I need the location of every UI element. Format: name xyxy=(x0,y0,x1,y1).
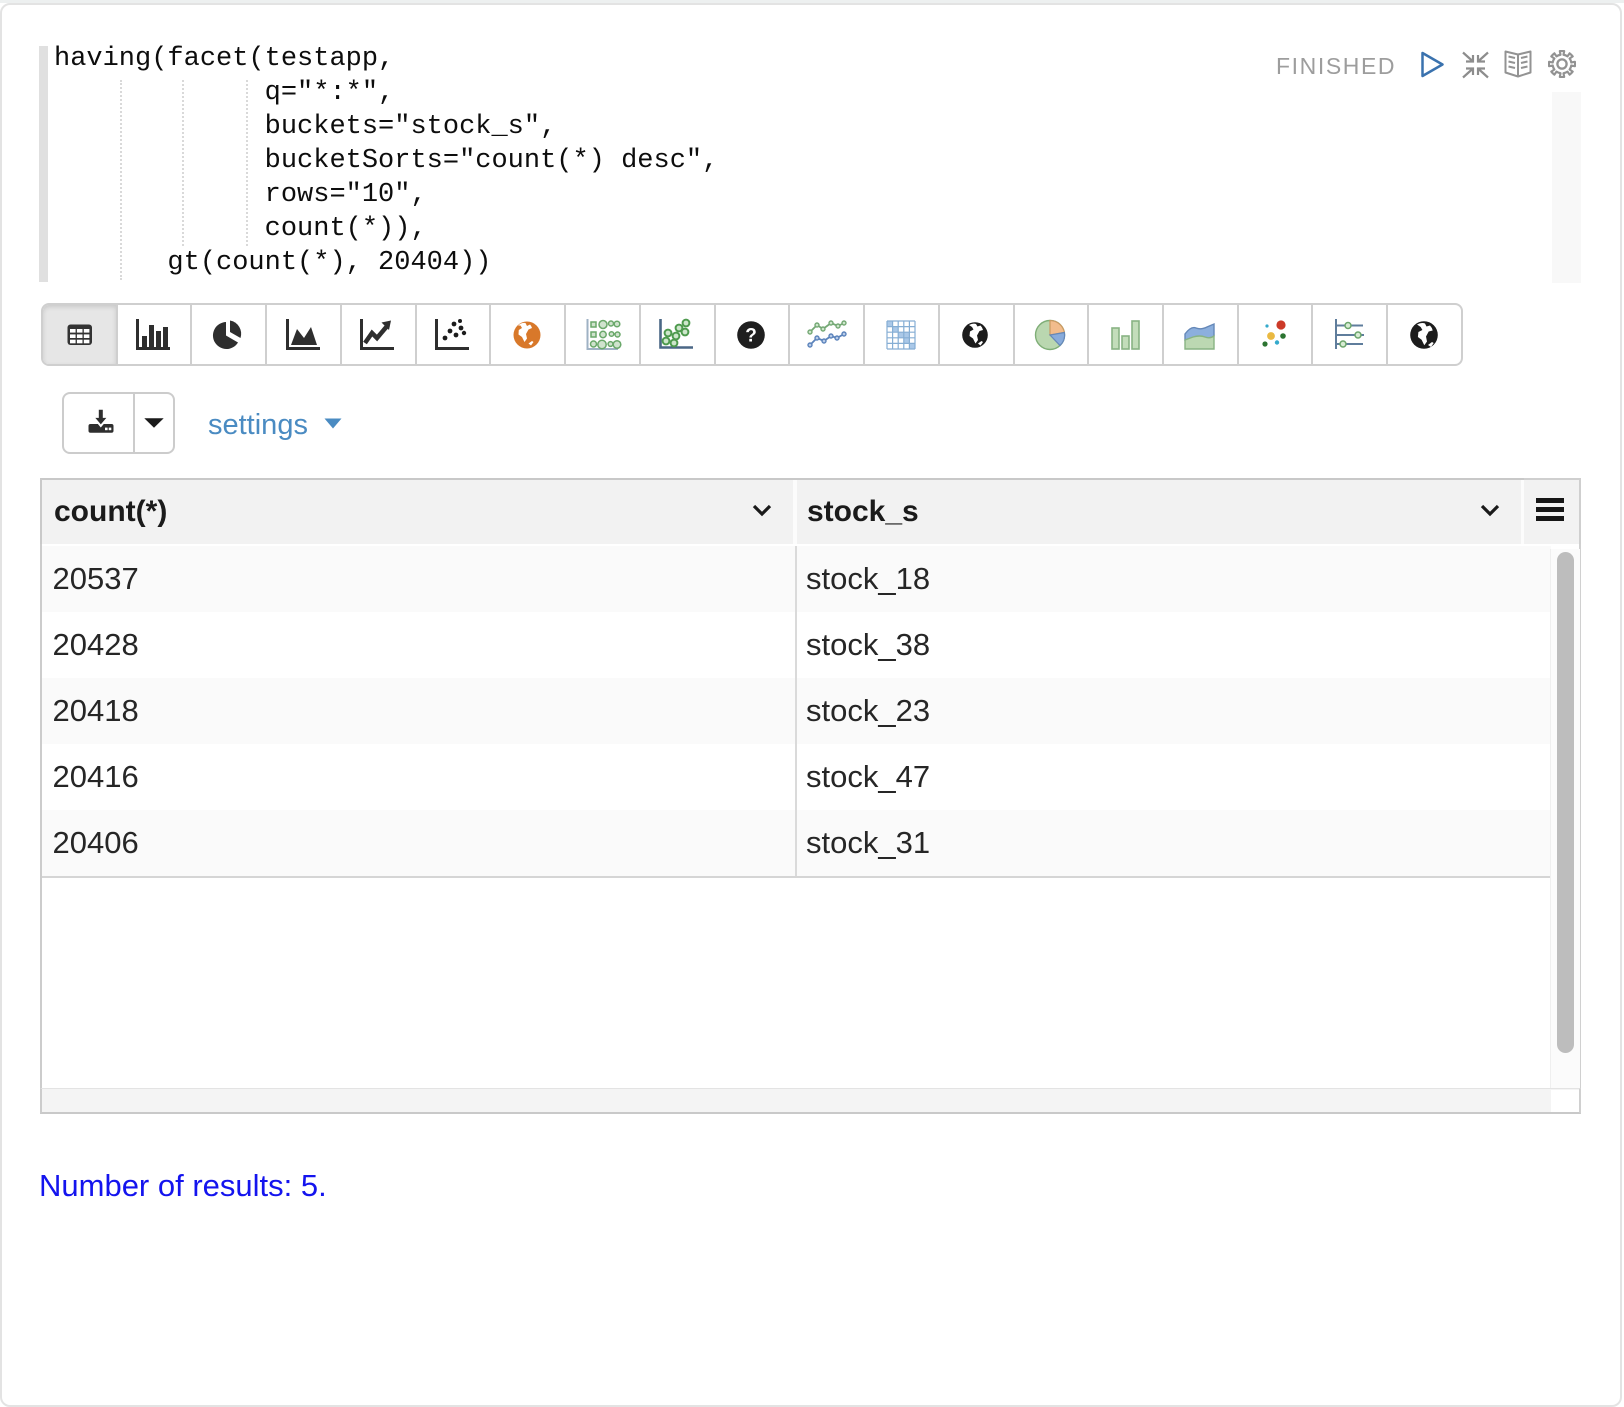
svg-text:?: ? xyxy=(745,325,757,346)
